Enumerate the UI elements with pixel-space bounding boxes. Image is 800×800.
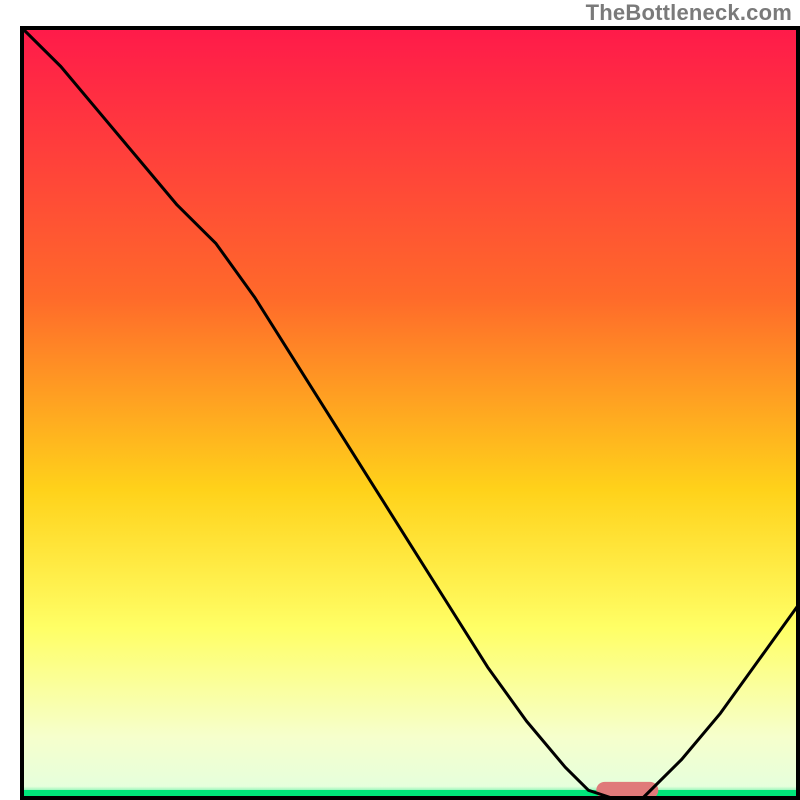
chart-svg — [0, 0, 800, 800]
bottleneck-chart: TheBottleneck.com — [0, 0, 800, 800]
watermark-label: TheBottleneck.com — [586, 0, 792, 26]
chart-background — [22, 28, 798, 798]
